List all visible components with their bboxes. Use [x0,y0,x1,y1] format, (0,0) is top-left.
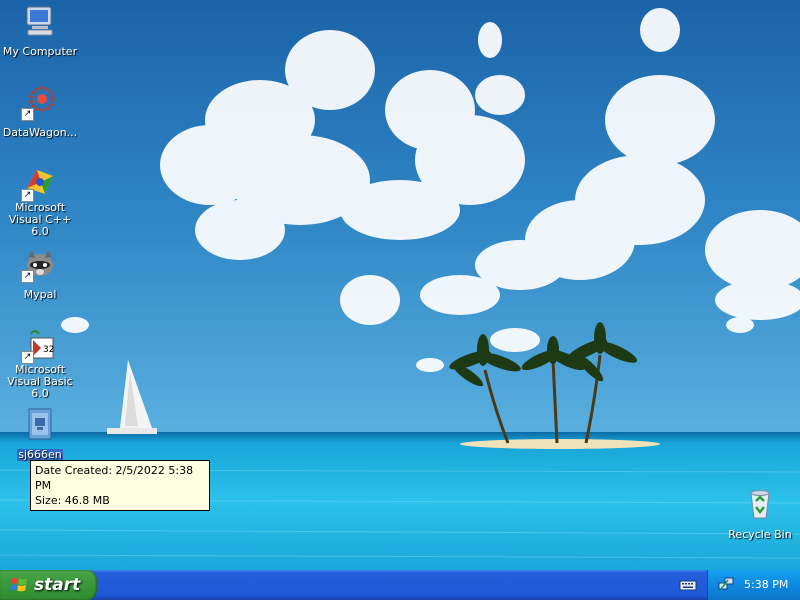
desktop-icon-mypal[interactable]: ↗ Mypal [0,247,80,302]
desktop-icon-visual-basic[interactable]: 32 ↗ Microsoft Visual Basic 6.0 [0,328,80,401]
desktop-icon-label: DataWagon... [2,126,78,139]
desktop-icon-datawagon[interactable]: ↗ DataWagon... [0,85,80,140]
my-computer-icon [23,4,57,38]
visual-basic-icon: 32 ↗ [21,328,57,364]
file-document-icon [23,407,57,441]
shortcut-arrow-icon: ↗ [21,270,34,283]
start-button[interactable]: start [0,570,97,600]
keyboard-icon[interactable] [679,576,697,594]
desktop-icon-label: Recycle Bin [728,528,792,541]
taskbar-clock[interactable]: 5:38 PM [744,578,788,591]
system-tray: 5:38 PM [707,570,800,600]
file-info-tooltip: Date Created: 2/5/2022 5:38 PM Size: 46.… [30,460,210,511]
visual-cpp-icon: ↗ [21,166,57,202]
desktop-icon-label: My Computer [2,45,78,58]
desktop[interactable]: My Computer ↗ DataWagon... ↗ Microsoft V… [0,0,800,570]
desktop-icon-label: Microsoft Visual Basic 6.0 [7,363,73,400]
network-connection-icon[interactable] [718,576,734,592]
desktop-icon-label: Microsoft Visual C++ 6.0 [8,201,72,238]
taskbar: start 5:38 PM [0,570,800,600]
desktop-icon-recycle-bin[interactable]: Recycle Bin [720,487,800,542]
mypal-raccoon-icon: ↗ [21,247,57,283]
desktop-icon-my-computer[interactable]: My Computer [0,4,80,59]
desktop-icon-visual-cpp[interactable]: ↗ Microsoft Visual C++ 6.0 [0,166,80,239]
tooltip-date-created: Date Created: 2/5/2022 5:38 PM [35,464,194,492]
shortcut-arrow-icon: ↗ [21,351,34,364]
recycle-bin-icon [743,487,777,521]
datawagon-icon: ↗ [21,85,57,121]
desktop-icon-label: Mypal [23,288,57,301]
shortcut-arrow-icon: ↗ [21,189,34,202]
tooltip-size: Size: 46.8 MB [35,494,110,507]
desktop-icon-sj666en[interactable]: sj666en [0,407,80,462]
svg-text:32: 32 [43,345,54,355]
start-label: start [34,575,81,595]
shortcut-arrow-icon: ↗ [21,108,34,121]
windows-logo-icon [10,577,27,592]
